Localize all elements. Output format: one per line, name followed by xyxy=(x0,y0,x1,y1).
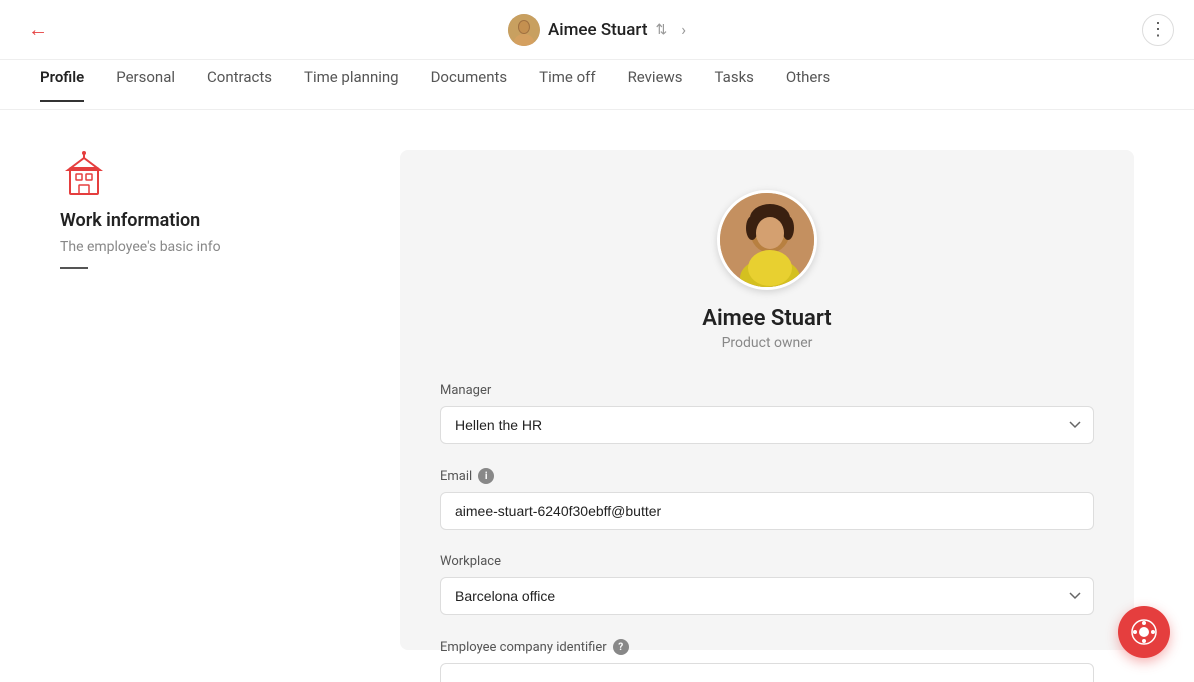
manager-field-group: Manager Hellen the HR xyxy=(440,383,1094,444)
left-section: Work information The employee's basic in… xyxy=(60,150,360,642)
manager-label: Manager xyxy=(440,383,1094,398)
email-input[interactable] xyxy=(440,492,1094,530)
workplace-select[interactable]: Barcelona office xyxy=(440,577,1094,615)
section-description: The employee's basic info xyxy=(60,239,360,255)
employee-role: Product owner xyxy=(722,335,813,351)
email-info-icon[interactable]: i xyxy=(478,468,494,484)
profile-header: Aimee Stuart Product owner xyxy=(440,190,1094,351)
top-bar-left: ← xyxy=(20,13,56,46)
nav-tabs: Profile Personal Contracts Time planning… xyxy=(0,60,1194,110)
email-field-group: Email i xyxy=(440,468,1094,530)
top-bar-name: Aimee Stuart xyxy=(548,20,648,40)
avatar-large xyxy=(717,190,817,290)
profile-card: Aimee Stuart Product owner Manager Helle… xyxy=(400,150,1134,650)
tab-time-planning[interactable]: Time planning xyxy=(304,68,399,102)
employee-name: Aimee Stuart xyxy=(702,306,831,331)
tab-others[interactable]: Others xyxy=(786,68,830,102)
manager-select[interactable]: Hellen the HR xyxy=(440,406,1094,444)
top-bar-right: ⋮ xyxy=(1142,14,1174,46)
tab-tasks[interactable]: Tasks xyxy=(715,68,754,102)
identifier-field-group: Employee company identifier ? xyxy=(440,639,1094,682)
tab-time-off[interactable]: Time off xyxy=(539,68,595,102)
fab-button[interactable] xyxy=(1118,606,1170,658)
section-divider xyxy=(60,267,88,269)
tab-reviews[interactable]: Reviews xyxy=(628,68,683,102)
identifier-label: Employee company identifier ? xyxy=(440,639,1094,655)
workplace-field-group: Workplace Barcelona office xyxy=(440,554,1094,615)
top-bar-center: Aimee Stuart ⇅ › xyxy=(508,14,686,46)
avatar-small xyxy=(508,14,540,46)
workplace-label: Workplace xyxy=(440,554,1094,569)
identifier-info-icon[interactable]: ? xyxy=(613,639,629,655)
email-label: Email i xyxy=(440,468,1094,484)
tab-contracts[interactable]: Contracts xyxy=(207,68,272,102)
top-bar: ← Aimee Stuart ⇅ › ⋮ xyxy=(0,0,1194,60)
back-button[interactable]: ← xyxy=(20,13,56,46)
identifier-input[interactable] xyxy=(440,663,1094,682)
section-title: Work information xyxy=(60,210,360,231)
main-content: Work information The employee's basic in… xyxy=(0,110,1194,682)
tab-documents[interactable]: Documents xyxy=(431,68,508,102)
tab-personal[interactable]: Personal xyxy=(116,68,175,102)
sort-icon[interactable]: ⇅ xyxy=(655,22,667,38)
more-button[interactable]: ⋮ xyxy=(1142,14,1174,46)
tab-profile[interactable]: Profile xyxy=(40,68,84,102)
nav-arrow[interactable]: › xyxy=(681,20,686,39)
building-icon xyxy=(60,150,108,198)
